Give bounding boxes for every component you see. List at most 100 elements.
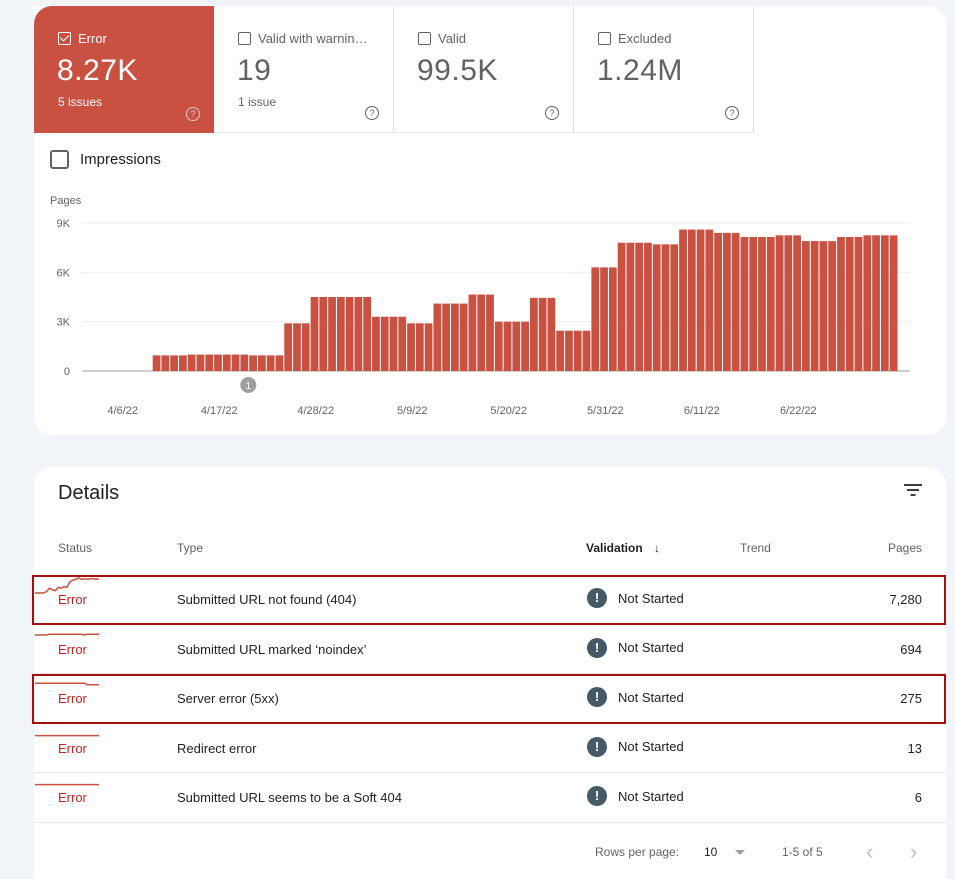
row-status: Error bbox=[58, 790, 87, 805]
row-status: Error bbox=[58, 641, 87, 657]
bar bbox=[372, 316, 380, 371]
bar bbox=[608, 267, 617, 371]
bars bbox=[152, 229, 898, 371]
row-type[interactable]: Server error (5xx) bbox=[177, 691, 279, 706]
row-type[interactable]: Submitted URL not found (404) bbox=[177, 592, 356, 607]
bar bbox=[837, 236, 845, 371]
trend-line bbox=[35, 682, 99, 686]
bar bbox=[459, 303, 468, 371]
bar bbox=[319, 297, 328, 371]
x-tick-label: 5/31/22 bbox=[587, 405, 624, 417]
bar bbox=[565, 330, 573, 371]
help-icon[interactable]: ? bbox=[365, 106, 379, 120]
row-pages: 13 bbox=[907, 740, 922, 756]
y-tick-label: 6K bbox=[57, 267, 71, 279]
bar bbox=[354, 297, 363, 371]
col-validation-label: Validation bbox=[586, 541, 643, 555]
tile-excluded[interactable]: Excluded 1.24M ? bbox=[574, 6, 754, 133]
bar bbox=[889, 235, 898, 371]
bar bbox=[161, 355, 170, 371]
checkbox-icon[interactable] bbox=[598, 32, 611, 45]
status-tiles: Error 8.27K 5 issues ? Valid with warnin… bbox=[34, 6, 754, 133]
bar bbox=[731, 232, 740, 371]
tile-value: 99.5K bbox=[417, 54, 498, 87]
impressions-toggle[interactable]: Impressions bbox=[50, 150, 161, 169]
bar bbox=[854, 236, 863, 371]
row-type[interactable]: Redirect error bbox=[177, 741, 256, 756]
bar bbox=[398, 316, 407, 371]
bar bbox=[749, 236, 758, 371]
validation-status: Not Started bbox=[618, 640, 684, 655]
tile-valid[interactable]: Valid 99.5K ? bbox=[394, 6, 574, 133]
bar bbox=[468, 294, 477, 371]
row-validation: ! Not Started bbox=[587, 736, 684, 757]
help-icon[interactable]: ? bbox=[545, 106, 559, 120]
bar bbox=[845, 236, 854, 371]
validation-status: Not Started bbox=[618, 788, 684, 804]
validation-status: Not Started bbox=[618, 739, 684, 754]
table-row[interactable]: Error Redirect error! Not Started 13 bbox=[34, 724, 946, 773]
bar bbox=[442, 303, 451, 371]
y-axis-ticks: 0 3K 6K 9K bbox=[57, 218, 71, 378]
bar bbox=[758, 236, 766, 371]
bar bbox=[214, 354, 222, 371]
bar bbox=[486, 294, 494, 371]
checkbox-icon[interactable] bbox=[418, 32, 431, 45]
bar bbox=[582, 330, 591, 371]
col-pages[interactable]: Pages bbox=[888, 541, 922, 555]
row-type[interactable]: Submitted URL seems to be a Soft 404 bbox=[177, 790, 402, 805]
table-row[interactable]: Error Server error (5xx)! Not Started 275 bbox=[34, 674, 946, 724]
trend-line bbox=[35, 632, 99, 636]
bar bbox=[433, 303, 442, 371]
filter-icon[interactable] bbox=[904, 483, 922, 497]
warning-icon: ! bbox=[587, 736, 607, 757]
bar bbox=[257, 355, 266, 371]
tile-sub: 5 issues bbox=[58, 95, 103, 109]
bar bbox=[635, 242, 644, 371]
x-tick-label: 4/6/22 bbox=[107, 405, 138, 417]
annotation-label: 1 bbox=[246, 381, 252, 392]
tile-value: 1.24M bbox=[597, 54, 683, 87]
rows-per-page-select[interactable]: 10 bbox=[704, 845, 745, 859]
tile-error[interactable]: Error 8.27K 5 issues ? bbox=[34, 6, 214, 133]
col-validation[interactable]: Validation ↓ bbox=[586, 541, 660, 555]
row-type[interactable]: Submitted URL marked ‘noindex’ bbox=[177, 642, 367, 657]
bar bbox=[793, 235, 801, 371]
bar bbox=[810, 241, 819, 371]
prev-page-icon[interactable]: ‹ bbox=[866, 839, 873, 865]
table-row[interactable]: Error Submitted URL not found (404)! Not S… bbox=[34, 575, 946, 625]
bar bbox=[152, 355, 161, 371]
bar bbox=[556, 330, 565, 371]
row-pages: 6 bbox=[914, 790, 922, 805]
table-row[interactable]: Error Submitted URL seems to be a Soft 40… bbox=[34, 773, 946, 823]
bar bbox=[336, 297, 345, 371]
bar bbox=[512, 321, 521, 371]
bar bbox=[451, 303, 459, 371]
checkbox-checked-icon[interactable] bbox=[58, 32, 71, 45]
col-type[interactable]: Type bbox=[177, 541, 203, 555]
row-status: Error bbox=[58, 691, 87, 706]
validation-status: Not Started bbox=[618, 689, 684, 705]
table-row[interactable]: Error Submitted URL marked ‘noindex’! Not … bbox=[34, 625, 946, 674]
x-tick-label: 6/22/22 bbox=[780, 405, 817, 417]
bar bbox=[380, 316, 389, 371]
bar bbox=[644, 242, 652, 371]
warning-icon: ! bbox=[587, 637, 607, 658]
col-status[interactable]: Status bbox=[58, 541, 92, 555]
bar bbox=[205, 354, 214, 371]
bar bbox=[407, 323, 415, 371]
bar bbox=[231, 354, 240, 371]
details-card: Details Status Type Validation ↓ Trend P… bbox=[34, 467, 946, 879]
sort-down-icon[interactable]: ↓ bbox=[654, 541, 660, 555]
bar bbox=[179, 355, 187, 371]
help-icon[interactable]: ? bbox=[725, 106, 739, 120]
checkbox-icon[interactable] bbox=[50, 150, 69, 169]
help-icon[interactable]: ? bbox=[186, 107, 200, 121]
y-tick-label: 0 bbox=[64, 366, 70, 378]
bar bbox=[670, 244, 679, 371]
checkbox-icon[interactable] bbox=[238, 32, 251, 45]
next-page-icon[interactable]: › bbox=[910, 839, 917, 865]
row-pages: 7,280 bbox=[889, 592, 922, 607]
tile-valid-with-warnings[interactable]: Valid with warnin… 19 1 issue ? bbox=[214, 6, 394, 133]
tile-label: Valid with warnin… bbox=[258, 31, 368, 46]
